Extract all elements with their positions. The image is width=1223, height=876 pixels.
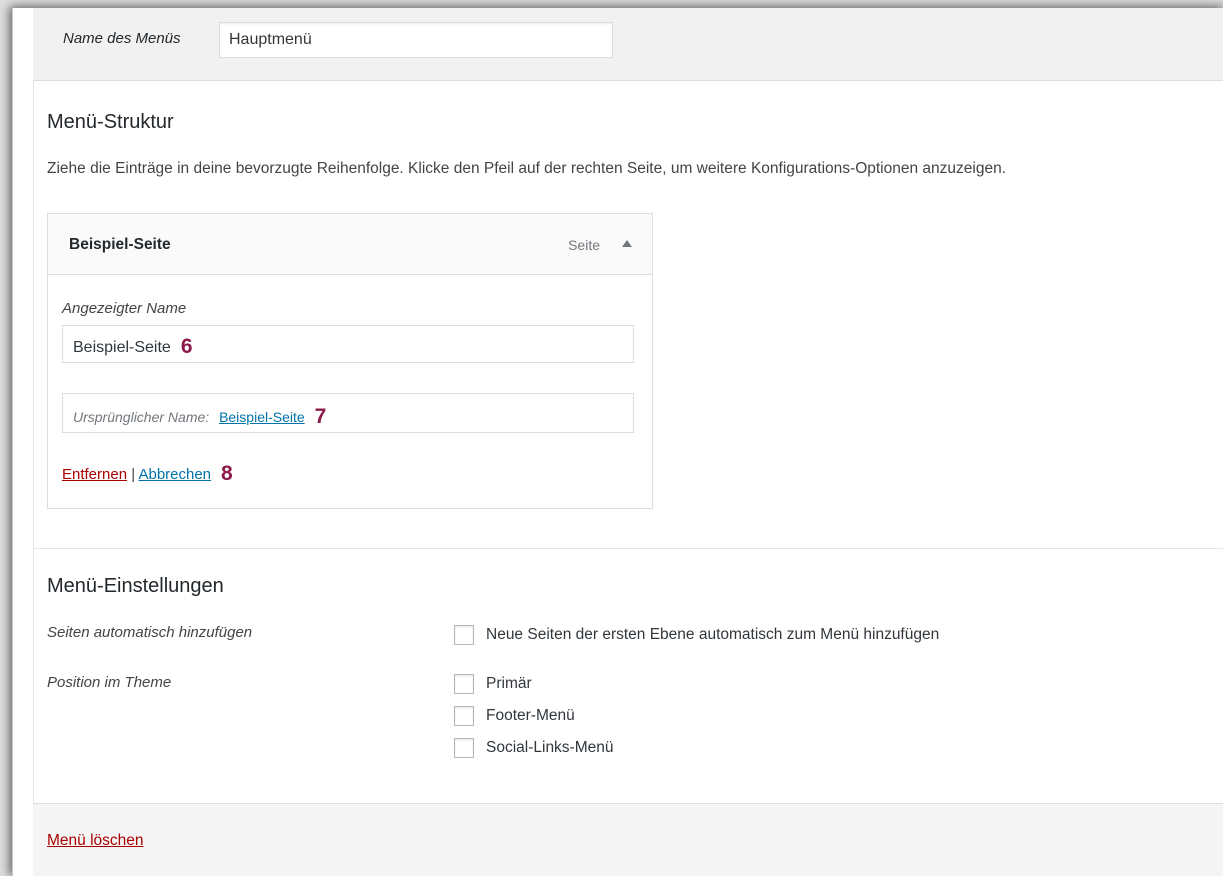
menu-footer-bar: Menü löschen [33,803,1223,876]
auto-add-option-label: Neue Seiten der ersten Ebene automatisch… [486,626,940,643]
menu-item-title: Beispiel-Seite [69,236,171,253]
remove-item-link[interactable]: Entfernen [62,466,127,483]
nav-label-input[interactable]: Beispiel-Seite 6 [62,325,634,363]
triangle-up-icon[interactable] [622,240,632,247]
menu-item-header[interactable]: Beispiel-Seite Seite [48,214,652,275]
menu-name-input[interactable] [219,22,613,58]
section-divider [33,548,1223,549]
annotation-marker-7: 7 [314,405,327,428]
location-label-social: Social-Links-Menü [486,739,614,756]
auto-add-checkbox[interactable] [454,625,474,645]
cancel-item-link[interactable]: Abbrechen [138,466,211,483]
menu-item-beispiel-seite[interactable]: Beispiel-Seite Seite Angezeigter Name Be… [47,213,653,509]
action-separator: | [131,466,136,483]
location-label-primary: Primär [486,675,532,692]
nav-label-label: Angezeigter Name [62,300,187,317]
auto-add-label: Seiten automatisch hinzufügen [47,624,253,641]
menu-item-type: Seite [568,237,600,253]
delete-menu-link[interactable]: Menü löschen [47,832,144,850]
panel-left-border [33,80,34,804]
menu-editor-panel: Name des Menüs Menü-Struktur Ziehe die E… [12,8,1223,876]
menu-name-label: Name des Menüs [63,30,181,47]
screenshot-frame: Name des Menüs Menü-Struktur Ziehe die E… [0,0,1223,876]
menu-name-header: Name des Menüs [33,8,1223,81]
annotation-marker-8: 8 [221,462,233,485]
original-name-link[interactable]: Beispiel-Seite [219,409,305,425]
location-checkbox-footer[interactable] [454,706,474,726]
original-name-label: Ursprünglicher Name: [73,409,210,425]
location-option-primary[interactable]: Primär [454,672,532,696]
auto-add-option[interactable]: Neue Seiten der ersten Ebene automatisch… [454,623,939,647]
annotation-marker-6: 6 [180,335,193,358]
menu-item-actions: Entfernen | Abbrechen 8 [62,462,233,486]
location-checkbox-primary[interactable] [454,674,474,694]
theme-position-label: Position im Theme [47,674,172,691]
menu-settings-title: Menü-Einstellungen [47,575,224,597]
menu-structure-description: Ziehe die Einträge in deine bevorzugte R… [47,160,1007,177]
nav-label-value: Beispiel-Seite [73,339,171,356]
original-name-box: Ursprünglicher Name: Beispiel-Seite 7 [62,393,634,433]
location-checkbox-social[interactable] [454,738,474,758]
location-option-social[interactable]: Social-Links-Menü [454,736,614,760]
menu-structure-title: Menü-Struktur [47,111,174,133]
location-option-footer[interactable]: Footer-Menü [454,704,575,728]
location-label-footer: Footer-Menü [486,707,575,724]
